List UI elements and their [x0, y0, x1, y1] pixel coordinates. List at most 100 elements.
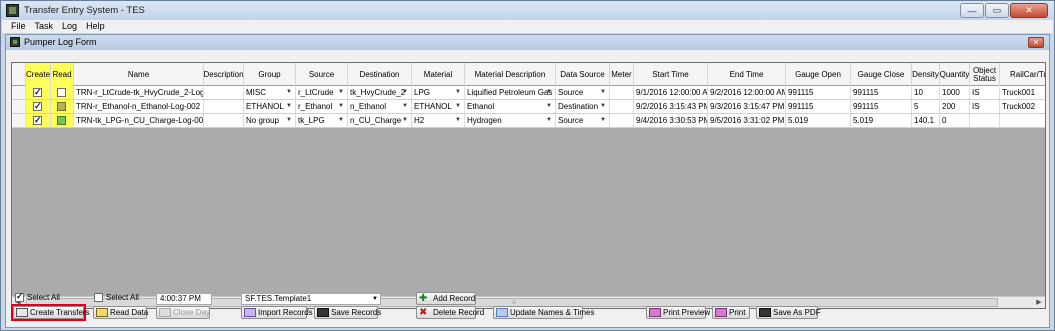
density-cell[interactable]: 10	[912, 86, 940, 99]
col-group[interactable]: Group	[244, 63, 296, 86]
menu-help[interactable]: Help	[86, 20, 105, 33]
destination-dropdown[interactable]: tk_HvyCrude_2 ▼	[348, 86, 412, 99]
start-time-cell[interactable]: 9/2/2016 3:15:43 PM	[634, 100, 708, 113]
form-close-button[interactable]: ✕	[1028, 37, 1044, 48]
quantity-cell[interactable]: 200	[940, 100, 970, 113]
read-checkbox[interactable]	[57, 116, 66, 125]
gauge-close-cell[interactable]: 5.019	[851, 114, 912, 127]
col-meter[interactable]: Meter	[610, 63, 634, 86]
name-cell[interactable]: TRN-tk_LPG-n_CU_Charge-Log-003	[74, 114, 204, 127]
source-dropdown[interactable]: r_LtCrude ▼	[296, 86, 348, 99]
dropdown-arrow-icon[interactable]: ▼	[402, 86, 408, 99]
minimize-button[interactable]: —	[960, 3, 984, 18]
name-cell[interactable]: TRN-r_LtCrude-tk_HvyCrude_2-Log-001	[74, 86, 204, 99]
col-start-time[interactable]: Start Time	[634, 63, 708, 86]
density-cell[interactable]: 140.1	[912, 114, 940, 127]
col-read[interactable]: Read	[51, 63, 74, 86]
read-checkbox[interactable]	[57, 88, 66, 97]
create-transfers-button[interactable]: Create Transfers	[13, 306, 90, 319]
group-dropdown[interactable]: No group ▼	[244, 114, 296, 127]
material-description-dropdown[interactable]: Liquified Petroleum Gas ▼	[465, 86, 556, 99]
read-cell[interactable]	[51, 100, 74, 113]
data-source-dropdown[interactable]: Source ▼	[556, 114, 610, 127]
meter-cell[interactable]	[610, 114, 634, 127]
material-description-dropdown[interactable]: Hydrogen ▼	[465, 114, 556, 127]
meter-cell[interactable]	[610, 100, 634, 113]
destination-dropdown[interactable]: n_CU_Charge ▼	[348, 114, 412, 127]
dropdown-arrow-icon[interactable]: ▼	[338, 114, 344, 127]
table-row[interactable]: TRN-r_Ethanol-n_Ethanol-Log-002 ETHANOL▼…	[12, 100, 1045, 114]
row-header[interactable]	[12, 114, 26, 127]
object-status-cell[interactable]: IS	[970, 86, 1000, 99]
select-all-create-checkbox[interactable]	[15, 291, 24, 302]
meter-cell[interactable]	[610, 86, 634, 99]
read-cell[interactable]	[51, 86, 74, 99]
menu-log[interactable]: Log	[62, 20, 77, 33]
dropdown-arrow-icon[interactable]: ▼	[286, 114, 292, 127]
object-status-cell[interactable]: IS	[970, 100, 1000, 113]
dropdown-arrow-icon[interactable]: ▼	[600, 114, 606, 127]
create-checkbox[interactable]	[33, 86, 42, 99]
template-combo[interactable]: SF.TES.Template1 ▼	[241, 293, 381, 305]
dropdown-arrow-icon[interactable]: ▼	[455, 100, 461, 113]
gauge-close-cell[interactable]: 991115	[851, 86, 912, 99]
gauge-open-cell[interactable]: 991115	[786, 86, 851, 99]
col-source[interactable]: Source	[296, 63, 348, 86]
dropdown-arrow-icon[interactable]: ▼	[546, 86, 552, 99]
gauge-close-cell[interactable]: 991115	[851, 100, 912, 113]
railcar-cell[interactable]: Truck001	[1000, 86, 1045, 99]
save-records-button[interactable]: Save Records	[314, 306, 381, 319]
col-gauge-open[interactable]: Gauge Open	[786, 63, 851, 86]
table-row[interactable]: TRN-r_LtCrude-tk_HvyCrude_2-Log-001 MISC…	[12, 86, 1045, 100]
dropdown-arrow-icon[interactable]: ▼	[372, 294, 378, 304]
col-create[interactable]: Create	[26, 63, 51, 86]
source-dropdown[interactable]: tk_LPG ▼	[296, 114, 348, 127]
description-cell[interactable]	[204, 114, 244, 127]
menu-task[interactable]: Task	[35, 20, 54, 33]
material-dropdown[interactable]: ETHANOL ▼	[412, 100, 465, 113]
print-preview-button[interactable]: Print Preview	[646, 306, 710, 319]
railcar-cell[interactable]	[1000, 114, 1045, 127]
destination-dropdown[interactable]: n_Ethanol ▼	[348, 100, 412, 113]
end-time-cell[interactable]: 9/2/2016 12:00:00 AM	[708, 86, 786, 99]
close-button[interactable]: ✕	[1010, 3, 1048, 18]
col-railcar[interactable]: RailCar/Tr	[1000, 63, 1045, 86]
import-records-button[interactable]: Import Records	[241, 306, 313, 319]
railcar-cell[interactable]: Truck002	[1000, 100, 1045, 113]
col-data-source[interactable]: Data Source	[556, 63, 610, 86]
quantity-cell[interactable]: 1000	[940, 86, 970, 99]
dropdown-arrow-icon[interactable]: ▼	[338, 100, 344, 113]
col-destination[interactable]: Destination	[348, 63, 412, 86]
col-end-time[interactable]: End Time	[708, 63, 786, 86]
source-dropdown[interactable]: r_Ethanol ▼	[296, 100, 348, 113]
quantity-cell[interactable]: 0	[940, 114, 970, 127]
start-time-cell[interactable]: 9/4/2016 3:30:53 PM	[634, 114, 708, 127]
dropdown-arrow-icon[interactable]: ▼	[286, 100, 292, 113]
material-description-dropdown[interactable]: Ethanol ▼	[465, 100, 556, 113]
time-field[interactable]: 4:00:37 PM	[156, 293, 212, 305]
select-all-read-checkbox[interactable]	[94, 293, 103, 302]
row-header[interactable]	[12, 86, 26, 99]
data-source-dropdown[interactable]: Source ▼	[556, 86, 610, 99]
group-dropdown[interactable]: MISC ▼	[244, 86, 296, 99]
add-record-button[interactable]: ✚ Add Record	[416, 292, 476, 305]
col-quantity[interactable]: Quantity	[940, 63, 970, 86]
create-cell[interactable]	[26, 86, 51, 99]
menu-file[interactable]: File	[11, 20, 26, 33]
description-cell[interactable]	[204, 100, 244, 113]
create-cell[interactable]	[26, 114, 51, 127]
material-dropdown[interactable]: H2 ▼	[412, 114, 465, 127]
col-material-description[interactable]: Material Description	[465, 63, 556, 86]
dropdown-arrow-icon[interactable]: ▼	[600, 86, 606, 99]
delete-record-button[interactable]: ✖ Delete Record	[416, 306, 484, 319]
table-row[interactable]: TRN-tk_LPG-n_CU_Charge-Log-003 No group ▼…	[12, 114, 1045, 128]
save-as-pdf-button[interactable]: Save As PDF	[756, 306, 821, 319]
maximize-button[interactable]: ▭	[985, 3, 1009, 18]
end-time-cell[interactable]: 9/3/2016 3:15:47 PM	[708, 100, 786, 113]
object-status-cell[interactable]	[970, 114, 1000, 127]
dropdown-arrow-icon[interactable]: ▼	[600, 100, 606, 113]
col-object-status[interactable]: Object Status	[970, 63, 1000, 86]
create-checkbox[interactable]	[33, 100, 42, 113]
material-dropdown[interactable]: LPG ▼	[412, 86, 465, 99]
read-data-button[interactable]: Read Data	[93, 306, 148, 319]
